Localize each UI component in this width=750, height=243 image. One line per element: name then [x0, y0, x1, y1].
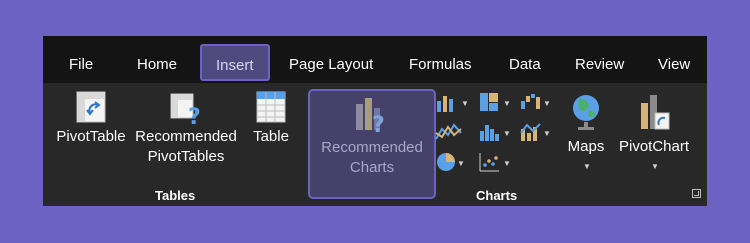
- tab-page-layout[interactable]: Page Layout: [289, 36, 373, 83]
- pivot-table-icon: [76, 91, 106, 123]
- hierarchy-chart-dropdown-icon[interactable]: ▼: [503, 99, 511, 108]
- recommended-charts-label-2: Charts: [349, 159, 395, 176]
- scatter-chart-dropdown-icon[interactable]: ▼: [503, 159, 511, 168]
- tab-home[interactable]: Home: [137, 36, 177, 83]
- charts-dialog-launcher-icon[interactable]: [692, 189, 701, 198]
- pie-chart-dropdown-icon[interactable]: ▼: [457, 159, 465, 168]
- recommended-pivottables-label-1: Recommended: [135, 128, 237, 145]
- table-label: Table: [253, 128, 289, 145]
- hierarchy-chart-icon[interactable]: [478, 91, 500, 113]
- tab-formulas[interactable]: Formulas: [409, 36, 472, 83]
- combo-chart-dropdown-icon[interactable]: ▼: [543, 129, 551, 138]
- maps-button[interactable]: Maps: [561, 93, 611, 157]
- recommended-pivottables-label-2: PivotTables: [147, 148, 225, 165]
- pivotchart-dropdown-icon[interactable]: ▼: [651, 162, 659, 171]
- column-chart-icon[interactable]: [435, 93, 463, 113]
- waterfall-chart-icon[interactable]: [519, 91, 541, 113]
- line-chart-icon[interactable]: [435, 121, 463, 143]
- scatter-chart-icon[interactable]: [478, 151, 500, 173]
- pivotchart-button[interactable]: PivotChart: [617, 93, 691, 157]
- table-icon: [256, 91, 286, 123]
- statistic-chart-icon[interactable]: [478, 121, 500, 143]
- pivottable-label: PivotTable: [56, 128, 126, 145]
- recommended-pivottables-button[interactable]: ? Recommended PivotTables: [131, 91, 241, 167]
- ribbon-tab-bar: File Home Insert Page Layout Formulas Da…: [43, 36, 707, 83]
- maps-label: Maps: [567, 138, 605, 155]
- svg-text:?: ?: [188, 105, 201, 125]
- excel-ribbon: File Home Insert Page Layout Formulas Da…: [43, 36, 707, 206]
- maps-dropdown-icon[interactable]: ▼: [583, 162, 591, 171]
- tab-file[interactable]: File: [69, 36, 93, 83]
- column-chart-dropdown-icon[interactable]: ▼: [461, 99, 469, 108]
- globe-icon: [573, 95, 599, 130]
- pie-chart-icon[interactable]: [435, 151, 459, 173]
- pivot-chart-icon: [641, 95, 670, 130]
- tab-view[interactable]: View: [658, 36, 690, 83]
- combo-chart-icon[interactable]: [519, 121, 541, 143]
- group-label-tables: Tables: [155, 188, 196, 203]
- recommended-charts-button[interactable]: ? Recommended Charts: [308, 89, 436, 199]
- recommended-charts-label-1: Recommended: [321, 139, 423, 156]
- ribbon-body: PivotTable ? Recommended PivotTables Tab…: [43, 83, 707, 206]
- tab-review[interactable]: Review: [575, 36, 624, 83]
- tab-data[interactable]: Data: [509, 36, 541, 83]
- waterfall-chart-dropdown-icon[interactable]: ▼: [543, 99, 551, 108]
- pivotchart-label: PivotChart: [618, 138, 690, 155]
- table-button[interactable]: Table: [246, 91, 296, 147]
- recommended-charts-icon: ?: [356, 98, 385, 134]
- pivottable-button[interactable]: PivotTable: [54, 91, 128, 147]
- statistic-chart-dropdown-icon[interactable]: ▼: [503, 129, 511, 138]
- recommended-pivottables-icon: ?: [170, 93, 201, 125]
- group-label-charts: Charts: [476, 188, 518, 203]
- svg-text:?: ?: [372, 113, 385, 134]
- tab-insert[interactable]: Insert: [200, 44, 270, 81]
